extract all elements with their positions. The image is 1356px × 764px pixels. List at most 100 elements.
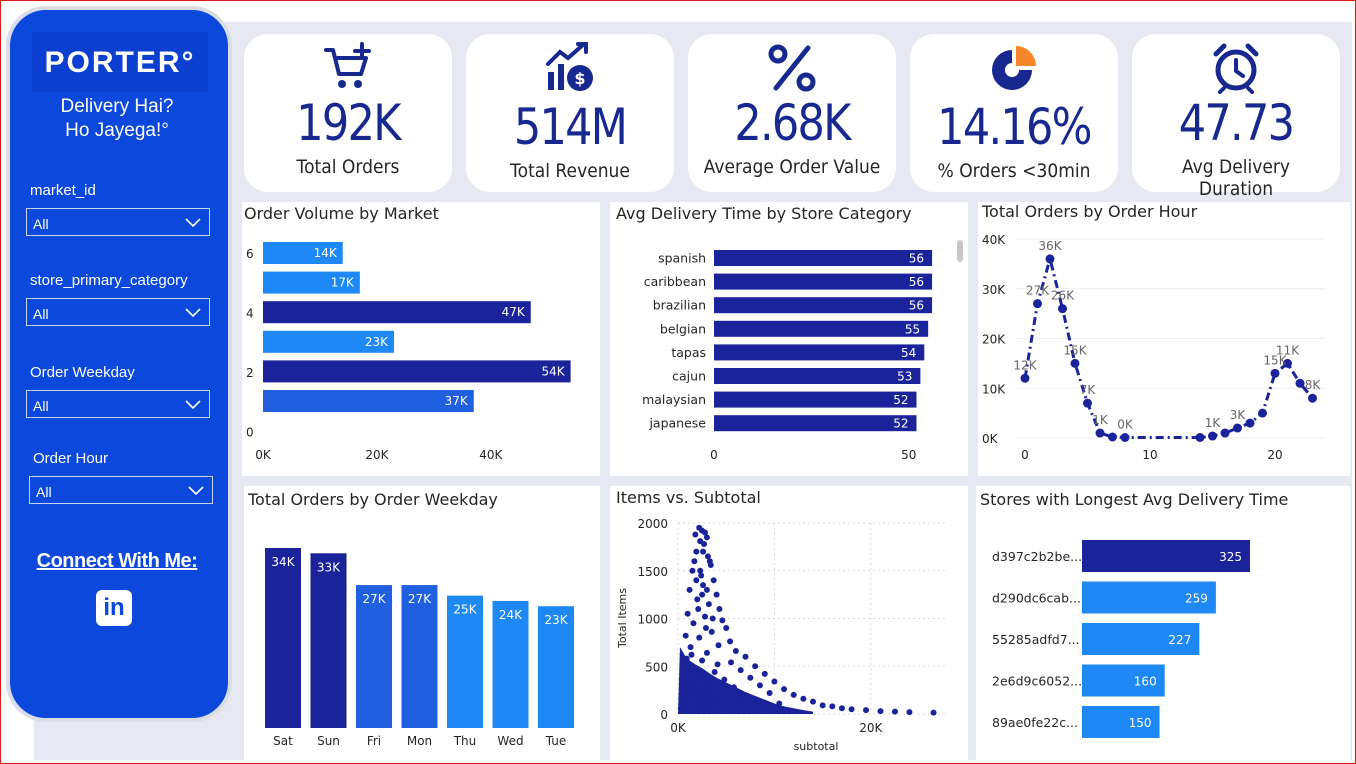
chevron-down-icon xyxy=(185,218,201,228)
store-label: 55285adfd7... xyxy=(992,632,1080,647)
y-tick-label: 0 xyxy=(660,708,668,722)
store-category-dropdown[interactable]: All xyxy=(26,298,210,326)
order-hour-dropdown[interactable]: All xyxy=(29,476,213,504)
weekday-bar-label: 27K xyxy=(362,592,386,606)
scatter-point xyxy=(697,567,704,574)
scatter-point xyxy=(701,541,708,548)
weekday-tick-label: Wed xyxy=(497,734,523,748)
scatter-point xyxy=(691,558,698,565)
weekday-bar-label: 25K xyxy=(453,603,477,617)
scatter-point xyxy=(702,613,708,620)
x-tick-label: 0 xyxy=(1021,448,1029,462)
store-label: d397c2b2be... xyxy=(992,549,1082,564)
hour-point-label: 12K xyxy=(1013,358,1037,372)
category-bar xyxy=(714,273,933,290)
scatter-point xyxy=(677,705,684,712)
market-bar-label: 37K xyxy=(445,394,469,408)
chevron-down-icon xyxy=(185,308,201,318)
category-bar-label: 56 xyxy=(909,252,924,266)
category-label: caribbean xyxy=(644,274,706,289)
connect-with-me-link[interactable]: Connect With Me: xyxy=(10,550,224,573)
x-tick-label: 20K xyxy=(859,721,883,735)
x-tick-label: 20K xyxy=(365,448,389,462)
weekday-bar-label: 33K xyxy=(317,560,341,574)
scatter-point xyxy=(930,709,937,716)
scatter-point xyxy=(709,696,716,703)
sidebar: PORTER° Delivery Hai? Ho Jayega!° market… xyxy=(6,6,232,722)
category-bar xyxy=(714,415,917,432)
x-tick-label: 50 xyxy=(901,448,916,462)
order-weekday-dropdown[interactable]: All xyxy=(26,390,210,418)
store-bar-label: 325 xyxy=(1219,550,1242,564)
logo-box: PORTER° xyxy=(32,32,208,92)
chart-scrollbar[interactable] xyxy=(957,240,963,262)
weekday-bar xyxy=(265,548,301,728)
x-tick-label: 0K xyxy=(255,448,272,462)
scatter-point xyxy=(714,661,721,668)
scatter-point xyxy=(692,531,699,538)
stores-longest-delivery-chart: Stores with Longest Avg Delivery Time 32… xyxy=(976,486,1350,760)
y-tick-label: 10K xyxy=(982,382,1006,396)
x-tick-label: 20 xyxy=(1267,448,1282,462)
category-label: cajun xyxy=(672,369,706,384)
scatter-point xyxy=(877,708,884,715)
y-tick-label: 1500 xyxy=(637,565,668,579)
hour-point xyxy=(1020,373,1030,383)
scatter-point xyxy=(747,674,754,681)
scatter-point xyxy=(700,548,707,555)
market-id-dropdown[interactable]: All xyxy=(26,208,210,236)
hour-point-label: 15K xyxy=(1063,343,1087,357)
scatter-point xyxy=(727,638,734,645)
scatter-point xyxy=(691,665,698,672)
x-axis-title: subtotal xyxy=(794,740,839,753)
weekday-bar-label: 34K xyxy=(271,555,295,569)
market-id-value: All xyxy=(33,216,49,232)
store-label: 2e6d9c6052... xyxy=(992,674,1082,689)
tagline-line-1: Delivery Hai? xyxy=(60,96,174,117)
slicer-label-market-id: market_id xyxy=(30,182,96,199)
total-orders-by-weekday-chart: Total Orders by Order Weekday 34K Sat 33K S… xyxy=(244,486,600,760)
scatter-point xyxy=(695,672,702,679)
scatter-point xyxy=(752,663,759,670)
scatter-point xyxy=(732,647,739,654)
weekday-bar-label: 23K xyxy=(544,613,568,627)
hour-point-label: 36K xyxy=(1038,239,1062,253)
weekday-tick-label: Thu xyxy=(453,734,477,748)
scatter-point xyxy=(705,601,712,608)
category-bar xyxy=(714,344,925,361)
scatter-point xyxy=(761,670,768,677)
order-weekday-value: All xyxy=(33,398,49,414)
cart-plus-icon xyxy=(244,42,452,94)
porter-logo: PORTER° xyxy=(44,46,196,79)
scatter-point xyxy=(708,628,715,635)
kpi-value: 2.68K xyxy=(734,94,851,152)
scatter-point xyxy=(732,699,739,706)
total-orders-by-hour-chart: Total Orders by Order Hour 40K 30K 20K 10K 0… xyxy=(978,202,1350,476)
market-bar-label: 14K xyxy=(314,246,338,260)
kpi-total-revenue: $ 514M Total Revenue xyxy=(466,34,674,192)
scatter-point xyxy=(848,706,855,713)
scatter-point xyxy=(781,686,788,693)
weekday-bar-svg: 34K Sat 33K Sun 27K Fri 27K Mon 25K Thu 24K Wed 23K T… xyxy=(265,548,574,748)
revenue-chart-icon: $ xyxy=(466,42,674,94)
slicer-label-store-category: store_primary_category xyxy=(30,272,188,289)
scatter-point xyxy=(699,591,706,598)
hour-point-label: 7K xyxy=(1080,383,1097,397)
scatter-point xyxy=(693,577,700,584)
scatter-point xyxy=(698,707,705,714)
scatter-point xyxy=(906,709,913,716)
scatter-svg: 2000 1500 1000 500 00K 20K subtotal Total Items xyxy=(616,517,948,753)
hour-point xyxy=(1108,432,1117,442)
category-label: belgian xyxy=(660,321,706,336)
x-tick-label: 40K xyxy=(479,448,503,462)
kpi-label: Total Revenue xyxy=(510,160,630,182)
market-bar-label: 17K xyxy=(331,276,355,290)
kpi-label: Avg Delivery Duration xyxy=(1181,156,1291,200)
hour-point xyxy=(1245,418,1255,428)
linkedin-icon[interactable]: in xyxy=(96,590,132,626)
y-tick-label: 6 xyxy=(246,247,254,261)
hour-point xyxy=(1258,408,1267,418)
kpi-avg-delivery-duration: 47.73 Avg Delivery Duration xyxy=(1132,34,1340,200)
scatter-point xyxy=(719,617,726,624)
category-bar xyxy=(714,250,933,266)
